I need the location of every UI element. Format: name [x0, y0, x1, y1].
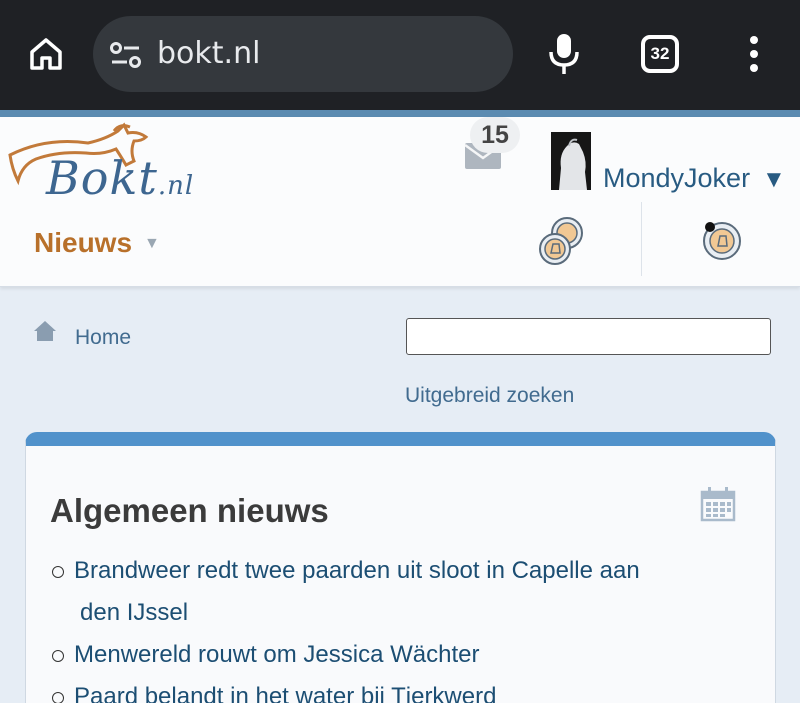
site-header: Bokt.nl 15 MondyJoker ▼ Nieuws ▼	[0, 117, 800, 287]
accent-strip	[0, 110, 800, 117]
user-menu-caret[interactable]: ▼	[762, 166, 786, 194]
mail-count-badge[interactable]: 15	[470, 117, 520, 153]
bullet-icon	[52, 692, 64, 703]
username-link[interactable]: MondyJoker	[603, 163, 750, 194]
tab-switcher-button[interactable]: 32	[641, 35, 679, 73]
site-logo[interactable]: Bokt.nl	[6, 121, 222, 205]
news-item[interactable]: Paard belandt in het water bij Tjerkwerd	[50, 676, 690, 703]
url-text[interactable]: bokt.nl	[157, 34, 260, 74]
news-card: Algemeen nieuws Brandweer redt twee paar…	[25, 432, 776, 703]
news-item-title[interactable]: Paard belandt in het water bij Tjerkwerd	[74, 683, 496, 703]
nav-section-title[interactable]: Nieuws	[34, 227, 132, 259]
address-bar[interactable]: bokt.nl	[93, 16, 513, 92]
news-item[interactable]: Menwereld rouwt om Jessica Wächter	[50, 634, 690, 676]
news-item-title-cont[interactable]: den IJssel	[74, 592, 690, 634]
calendar-icon[interactable]	[700, 486, 736, 522]
reputation-icon[interactable]	[535, 215, 589, 267]
avatar[interactable]	[551, 132, 591, 190]
more-menu-icon[interactable]	[748, 36, 760, 72]
bullet-icon	[52, 650, 64, 662]
nav-dropdown-caret[interactable]: ▼	[144, 235, 160, 253]
browser-toolbar: bokt.nl 32	[0, 0, 800, 110]
horse-photo	[551, 132, 591, 190]
site-settings-icon[interactable]	[109, 40, 143, 70]
card-title: Algemeen nieuws	[50, 492, 329, 529]
search-input[interactable]	[406, 318, 771, 355]
breadcrumb-home-link[interactable]: Home	[75, 326, 131, 350]
news-list: Brandweer redt twee paarden uit sloot in…	[50, 550, 690, 703]
advanced-search-link[interactable]: Uitgebreid zoeken	[405, 384, 574, 408]
news-item-title[interactable]: Menwereld rouwt om Jessica Wächter	[74, 641, 479, 668]
microphone-icon[interactable]	[546, 32, 582, 76]
news-item[interactable]: Brandweer redt twee paarden uit sloot in…	[50, 550, 690, 634]
notifications-icon[interactable]	[700, 219, 744, 263]
logo-wordmark: Bokt.nl	[46, 151, 195, 205]
bullet-icon	[52, 566, 64, 578]
news-item-title[interactable]: Brandweer redt twee paarden uit sloot in…	[74, 557, 640, 584]
home-icon[interactable]	[26, 34, 66, 74]
header-divider	[641, 202, 642, 276]
breadcrumb-home-icon[interactable]	[32, 319, 58, 343]
